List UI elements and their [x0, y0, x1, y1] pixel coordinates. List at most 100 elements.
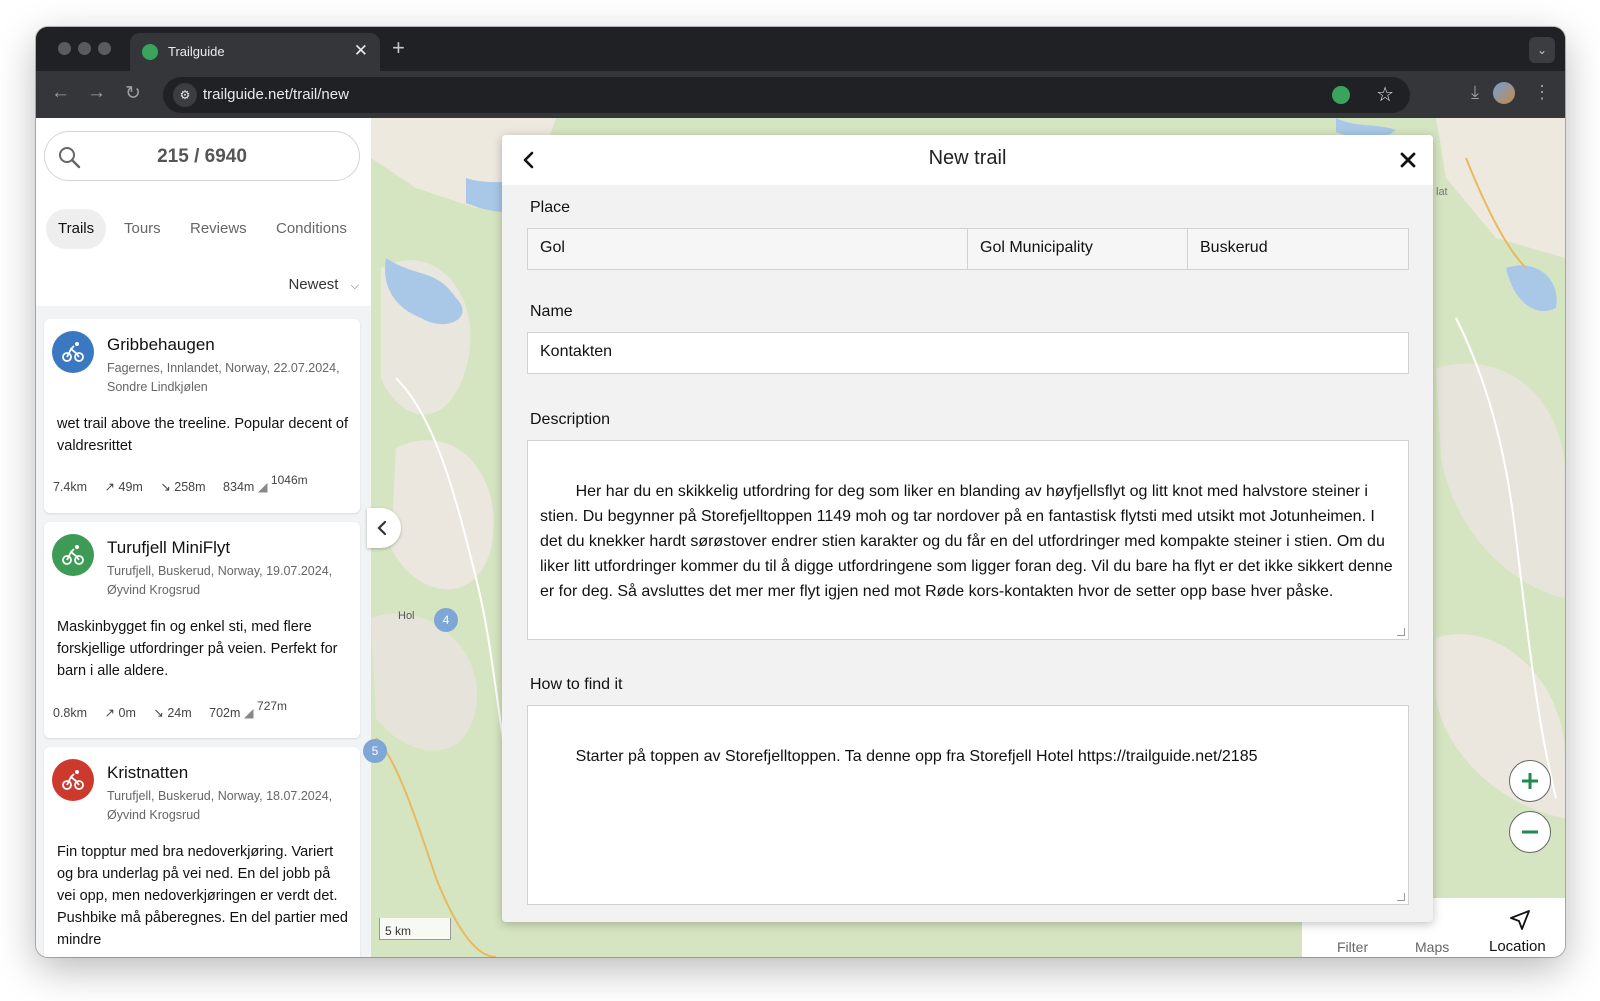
tab-tours[interactable]: Tours — [112, 209, 173, 249]
new-trail-dialog: New trail Place Gol Gol Municipality Bus… — [502, 135, 1433, 922]
minus-icon — [1522, 830, 1538, 834]
howto-textarea[interactable]: Starter på toppen av Storefjelltoppen. T… — [527, 705, 1409, 905]
place-county: Buskerud — [1188, 229, 1408, 269]
distance-stat: 0.8km — [53, 706, 88, 720]
mountain-bike-icon — [62, 342, 84, 362]
resize-handle-icon[interactable] — [1397, 628, 1405, 636]
map-scale-bar: 5 km — [379, 918, 451, 940]
sidebar-header: 215 / 6940 Trails Tours Reviews Conditio… — [36, 118, 371, 306]
search-input[interactable]: 215 / 6940 — [44, 131, 360, 181]
tab-search-chevron-icon[interactable]: ⌄ — [1529, 37, 1555, 63]
trail-stats: 7.4km ↗ 49m ↘ 258m 834m ◢ 1046m — [53, 473, 322, 494]
close-icon — [1400, 152, 1416, 168]
mountain-bike-icon — [62, 545, 84, 565]
description-label: Description — [530, 411, 611, 428]
bottom-altitude-stat: 702m — [209, 706, 241, 720]
filter-button[interactable]: Filter — [1337, 939, 1368, 955]
map-edge-label: lat — [1436, 186, 1448, 198]
kebab-menu-icon[interactable]: ⋮ — [1533, 82, 1551, 103]
zoom-out-button[interactable] — [1509, 811, 1551, 853]
trail-meta: Turufjell, Buskerud, Norway, 18.07.2024,… — [107, 789, 333, 822]
tab-reviews[interactable]: Reviews — [178, 209, 259, 249]
trail-meta: Fagernes, Innlandet, Norway, 22.07.2024,… — [107, 361, 340, 394]
ascent-arrow-icon: ↗ — [104, 706, 116, 720]
browser-toolbar: ← → ↻ ⚙ trailguide.net/trail/new ☆ ⤓ ⋮ — [36, 71, 1565, 118]
bookmark-star-icon[interactable]: ☆ — [1376, 82, 1394, 107]
map-cluster-badge[interactable]: 4 — [434, 608, 458, 632]
map-cluster-badge[interactable]: 5 — [363, 739, 387, 763]
maximize-window-button[interactable] — [98, 42, 111, 55]
bottom-altitude-stat: 834m — [223, 480, 255, 494]
trail-type-badge — [52, 331, 94, 373]
chevron-left-icon — [377, 520, 387, 536]
browser-window: Trailguide ✕ + ⌄ ← → ↻ ⚙ trailguide.net/… — [36, 27, 1565, 957]
dialog-title: New trail — [928, 147, 1007, 169]
new-tab-button[interactable]: + — [392, 35, 405, 61]
top-altitude-stat: 727m — [257, 699, 288, 713]
profile-avatar[interactable] — [1493, 82, 1515, 104]
trail-sidebar: 215 / 6940 Trails Tours Reviews Conditio… — [36, 118, 371, 957]
location-label[interactable]: Location — [1489, 938, 1546, 955]
collapse-sidebar-button[interactable] — [367, 508, 401, 548]
mountain-bike-icon — [62, 770, 84, 790]
tab-conditions[interactable]: Conditions — [264, 209, 359, 249]
plus-icon — [1522, 773, 1538, 789]
address-bar[interactable]: ⚙ trailguide.net/trail/new ☆ — [163, 77, 1410, 113]
place-label: Place — [530, 199, 571, 216]
resize-handle-icon[interactable] — [1397, 893, 1405, 901]
place-city: Gol — [528, 229, 968, 269]
trail-title[interactable]: Gribbehaugen — [107, 335, 215, 355]
close-button[interactable] — [1397, 149, 1419, 176]
description-textarea[interactable]: Her har du en skikkelig utfordring for d… — [527, 440, 1409, 640]
location-arrow-icon — [1510, 910, 1530, 930]
tab-strip: Trailguide ✕ + ⌄ — [36, 27, 1565, 71]
tab-close-icon[interactable]: ✕ — [354, 41, 368, 61]
back-arrow-icon[interactable]: ← — [51, 82, 70, 104]
trail-card[interactable]: Kristnatten Turufjell, Buskerud, Norway,… — [44, 747, 360, 957]
descent-stat: 258m — [174, 480, 206, 494]
forward-arrow-icon[interactable]: → — [87, 82, 106, 104]
descent-arrow-icon: ↘ — [160, 480, 171, 494]
name-label: Name — [530, 303, 573, 320]
trailguide-extension-icon[interactable] — [1332, 86, 1350, 104]
trail-type-badge — [52, 759, 94, 801]
map-place-label: Hol — [398, 610, 415, 622]
tab-trails[interactable]: Trails — [46, 209, 107, 249]
description-text: Her har du en skikkelig utfordring for d… — [540, 483, 1398, 600]
howto-label: How to find it — [530, 676, 623, 693]
chevron-down-icon: ⌵ — [350, 280, 359, 292]
reload-icon[interactable]: ↻ — [125, 82, 141, 105]
top-altitude-stat: 1046m — [270, 473, 308, 487]
trailguide-favicon-icon — [142, 44, 158, 60]
url-text[interactable]: trailguide.net/trail/new — [203, 86, 349, 103]
ascent-arrow-icon: ↗ — [104, 480, 116, 494]
site-info-icon[interactable]: ⚙ — [173, 83, 197, 107]
maps-button[interactable]: Maps — [1415, 939, 1449, 955]
dialog-header: New trail — [502, 135, 1433, 185]
trail-card[interactable]: Turufjell MiniFlyt Turufjell, Buskerud, … — [44, 522, 360, 738]
sort-label: Newest — [288, 276, 339, 293]
distance-stat: 7.4km — [53, 480, 88, 494]
place-municipality: Gol Municipality — [968, 229, 1188, 269]
location-button[interactable] — [1508, 908, 1532, 937]
name-input[interactable]: Kontakten — [527, 332, 1409, 374]
trail-type-badge — [52, 534, 94, 576]
elevation-icon: ◢ — [243, 706, 254, 720]
sort-dropdown[interactable]: Newest ⌵ — [288, 276, 359, 293]
elevation-icon: ◢ — [257, 480, 268, 494]
trail-description: Fin topptur med bra nedoverkjøring. Vari… — [57, 844, 348, 948]
browser-tab[interactable]: Trailguide ✕ — [130, 33, 380, 71]
trail-card[interactable]: Gribbehaugen Fagernes, Innlandet, Norway… — [44, 319, 360, 513]
howto-text: Starter på toppen av Storefjelltoppen. T… — [575, 748, 1258, 765]
download-icon[interactable]: ⤓ — [1471, 82, 1479, 103]
zoom-in-button[interactable] — [1509, 760, 1551, 802]
trail-count: 215 / 6940 — [157, 146, 247, 167]
close-window-button[interactable] — [58, 42, 71, 55]
descent-arrow-icon: ↘ — [153, 706, 164, 720]
trail-stats: 0.8km ↗ 0m ↘ 24m 702m ◢ 727m — [53, 699, 301, 720]
minimize-window-button[interactable] — [78, 42, 91, 55]
ascent-stat: 0m — [118, 706, 136, 720]
trail-title[interactable]: Turufjell MiniFlyt — [107, 538, 230, 558]
trail-title[interactable]: Kristnatten — [107, 763, 188, 783]
trail-description: Maskinbygget fin og enkel sti, med flere… — [57, 619, 338, 679]
